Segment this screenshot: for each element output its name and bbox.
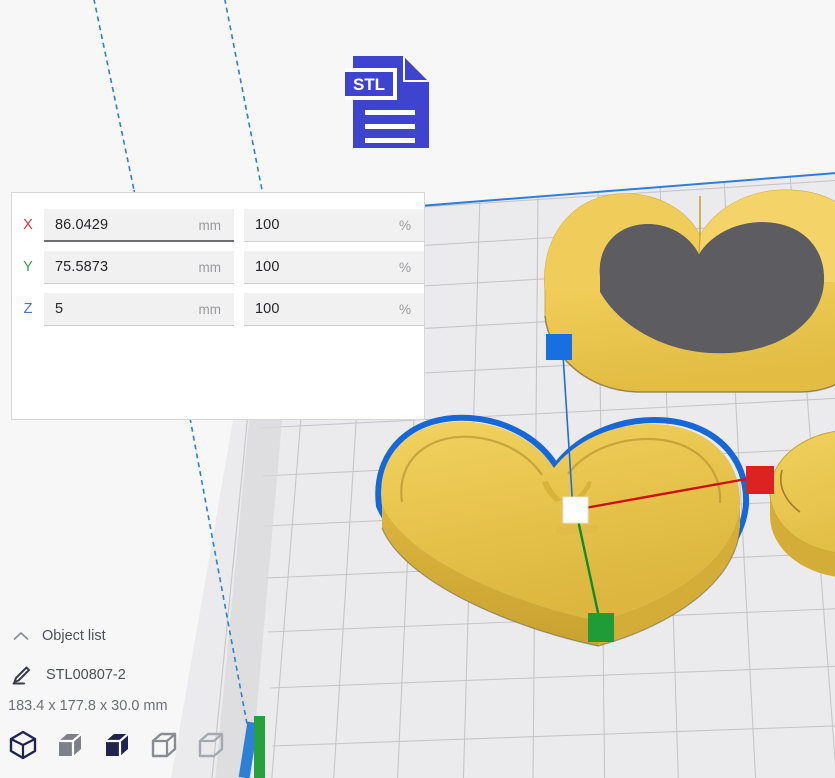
axis-label-z: Z: [12, 301, 44, 317]
object-list-header[interactable]: Object list: [10, 628, 106, 644]
scale-y-percent-field[interactable]: 100 %: [244, 251, 424, 284]
scale-y-size-unit: mm: [199, 260, 235, 275]
gizmo-z-handle[interactable]: [546, 334, 572, 360]
view-mode-icon-group: [8, 730, 226, 760]
axis-label-y: Y: [12, 259, 44, 275]
scale-row-y: Y 75.5873 mm 100 %: [12, 250, 424, 284]
view-icon-solid-dark[interactable]: [102, 730, 132, 760]
scale-row-x: X 86.0429 mm 100 %: [12, 208, 424, 242]
object-dimensions-label: 183.4 x 177.8 x 30.0 mm: [8, 698, 168, 714]
scale-z-percent-unit: %: [399, 302, 424, 317]
scale-z-size-unit: mm: [199, 302, 235, 317]
axis-label-x: X: [12, 217, 44, 233]
scale-panel: X 86.0429 mm 100 % Y 75.5873 mm 100 % Z: [11, 192, 425, 420]
view-icon-outline-light[interactable]: [196, 730, 226, 760]
stl-file-icon-graphic: STL: [345, 52, 433, 152]
scale-row-z: Z 5 mm 100 %: [12, 292, 424, 326]
stl-file-icon: STL: [345, 52, 433, 152]
stl-badge-text: STL: [353, 75, 385, 94]
chevron-up-icon[interactable]: [10, 631, 32, 641]
gizmo-y-handle[interactable]: [588, 613, 614, 642]
scale-z-size-field[interactable]: 5 mm: [44, 293, 234, 326]
scale-y-percent-unit: %: [399, 260, 424, 275]
pencil-edit-icon[interactable]: [10, 665, 32, 685]
scale-x-size-field[interactable]: 86.0429 mm: [44, 209, 234, 242]
scale-x-size-value: 86.0429: [44, 217, 199, 233]
scale-x-size-unit: mm: [199, 218, 235, 233]
scale-z-percent-field[interactable]: 100 %: [244, 293, 424, 326]
object-name-label: STL00807-2: [46, 667, 126, 683]
scale-y-size-value: 75.5873: [44, 259, 199, 275]
app-root: STL X 86.0429 mm 100 % Y 75.5873 mm: [0, 0, 835, 778]
object-list-item[interactable]: STL00807-2: [10, 665, 126, 685]
scale-y-percent-value: 100: [244, 259, 399, 275]
scale-x-percent-field[interactable]: 100 %: [244, 209, 424, 242]
object-list-title: Object list: [42, 628, 106, 644]
scale-x-percent-unit: %: [399, 218, 424, 233]
view-icon-solid-gray[interactable]: [55, 730, 85, 760]
view-icon-outline-gray[interactable]: [149, 730, 179, 760]
gizmo-center-handle[interactable]: [563, 497, 588, 523]
view-icon-iso-wireframe[interactable]: [8, 730, 38, 760]
scale-z-percent-value: 100: [244, 301, 399, 317]
scale-z-size-value: 5: [44, 301, 199, 317]
scale-x-percent-value: 100: [244, 217, 399, 233]
scale-y-size-field[interactable]: 75.5873 mm: [44, 251, 234, 284]
gizmo-x-handle[interactable]: [746, 466, 774, 494]
object-heart-cutter-ring[interactable]: [545, 190, 835, 392]
